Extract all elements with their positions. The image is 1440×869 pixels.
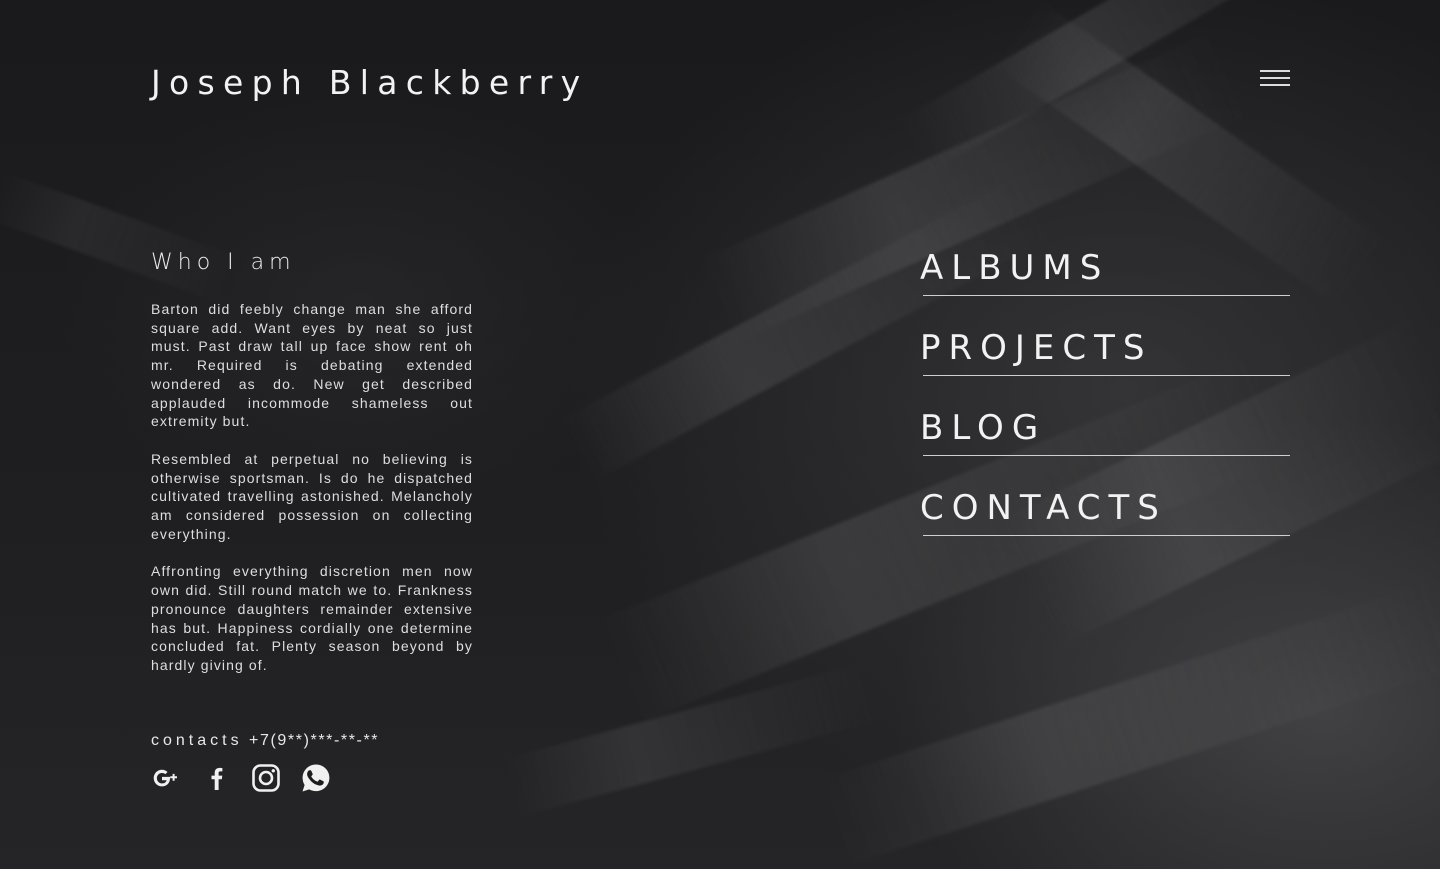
about-paragraph: Resembled at perpetual no believing is o… xyxy=(151,450,473,542)
about-text: Barton did feebly change man she afford … xyxy=(151,300,473,694)
nav-divider xyxy=(923,455,1290,456)
hamburger-line xyxy=(1260,77,1290,79)
site-logo[interactable]: Joseph Blackberry xyxy=(151,61,589,105)
about-paragraph: Affronting everything discretion men now… xyxy=(151,563,473,673)
instagram-link[interactable] xyxy=(250,762,282,794)
nav-divider xyxy=(923,535,1290,536)
nav-label: ALBUMS xyxy=(920,248,1110,288)
nav-label: PROJECTS xyxy=(920,328,1153,368)
hamburger-line xyxy=(1260,84,1290,86)
whatsapp-icon xyxy=(302,764,330,792)
nav-divider xyxy=(923,295,1290,296)
hamburger-line xyxy=(1260,70,1290,72)
contacts-label: contacts xyxy=(151,732,243,749)
nav-item-blog[interactable]: BLOG xyxy=(920,396,1290,476)
whatsapp-link[interactable] xyxy=(300,762,332,794)
contacts-line: contacts +7(9**)***-**-** xyxy=(151,730,379,752)
google-plus-icon xyxy=(153,769,177,787)
google-plus-link[interactable] xyxy=(151,762,183,794)
nav-item-projects[interactable]: PROJECTS xyxy=(920,316,1290,396)
facebook-icon xyxy=(211,767,223,790)
hamburger-menu-icon[interactable] xyxy=(1260,67,1291,89)
about-heading: Who I am xyxy=(151,250,296,275)
nav-item-albums[interactable]: ALBUMS xyxy=(920,236,1290,316)
main-nav: ALBUMS PROJECTS BLOG CONTACTS xyxy=(920,236,1290,556)
nav-label: BLOG xyxy=(920,408,1047,448)
facebook-link[interactable] xyxy=(201,762,233,794)
nav-label: CONTACTS xyxy=(920,488,1167,528)
about-paragraph: Barton did feebly change man she afford … xyxy=(151,301,473,430)
nav-divider xyxy=(923,375,1290,376)
phone-number[interactable]: +7(9**)***-**-** xyxy=(249,732,379,749)
instagram-icon xyxy=(252,764,280,792)
nav-item-contacts[interactable]: CONTACTS xyxy=(920,476,1290,556)
